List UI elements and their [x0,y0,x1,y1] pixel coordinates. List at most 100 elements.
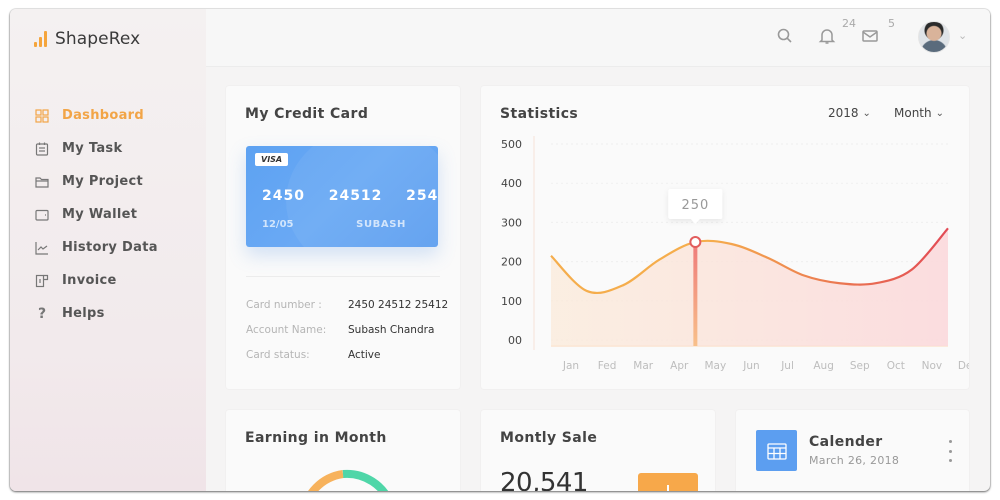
chevron-down-icon: ⌄ [862,107,871,119]
bar-chart-logo-icon [34,31,47,47]
period-select[interactable]: Month ⌄ [894,106,944,120]
highlight-bar [693,242,698,346]
data-point [837,280,843,286]
sidebar-item-label: Invoice [62,273,117,288]
logo[interactable]: ShapeRex [34,29,140,49]
top-bar: 24 5 ⌄ [206,9,990,67]
calendar-date: March 26, 2018 [809,454,900,467]
tooltip-value: 250 [681,198,709,213]
data-point [620,282,626,288]
bell-icon[interactable] [818,27,838,47]
question-icon: ? [37,305,47,322]
invoice-icon [34,273,50,289]
panel-title: Montly Sale [500,430,598,446]
x-tick-label: Jun [742,360,759,372]
sale-action-button[interactable] [638,473,698,491]
detail-value: Active [348,349,381,361]
detail-key: Card number : [246,299,322,311]
search-icon[interactable] [776,27,796,47]
panel-title: My Credit Card [245,106,369,122]
app-window: ShapeRex Dashboard My Task My Project My… [10,9,990,491]
chevron-down-icon[interactable]: ⌄ [958,29,967,42]
sidebar-item-label: My Wallet [62,207,138,222]
calendar-panel: Calender March 26, 2018 [736,410,969,491]
year-select[interactable]: 2018 ⌄ [828,106,871,120]
card-holder: SUBASH [356,219,406,230]
statistics-chart: 00 100 200 300 400 500 250 Jan Fed Mar Apr May Jun Ju… [501,136,969,372]
x-tick-label: Apr [670,360,689,372]
x-tick-label: Jan [562,360,579,372]
sidebar-item-dashboard[interactable]: Dashboard [34,99,158,132]
sidebar-item-my-task[interactable]: My Task [34,132,158,165]
sale-value: 20,541 [500,468,588,491]
monthly-sale-panel: Montly Sale 20,541 [481,410,715,491]
data-point [909,267,915,273]
sidebar-item-label: Dashboard [62,108,144,123]
panel-title: Statistics [500,106,579,122]
sidebar-item-invoice[interactable]: Invoice [34,264,158,297]
data-point [945,225,951,231]
more-options-icon[interactable] [946,440,954,462]
tooltip-arrow [690,218,701,225]
x-tick-label: Mar [633,360,653,372]
sidebar-item-history-data[interactable]: History Data [34,231,158,264]
statistics-panel: Statistics 2018 ⌄ Month ⌄ 00 100 200 300 400… [481,86,969,389]
credit-card-panel: My Credit Card VISA 2450 24512 25412 12/… [226,86,460,389]
notification-count-badge: 24 [842,17,856,30]
credit-card[interactable]: VISA 2450 24512 25412 12/05 SUBASH [246,146,438,247]
card-detail-row: Card status: Active [246,349,380,361]
grid-icon [34,108,50,124]
y-tick-label: 200 [501,256,522,269]
y-tick-label: 300 [501,216,522,229]
x-tick-label: May [705,360,727,372]
data-point [765,255,771,261]
earning-panel: Earning in Month [226,410,460,491]
y-tick-label: 500 [501,138,522,151]
y-tick-label: 00 [508,334,522,347]
visa-logo: VISA [255,153,289,166]
year-select-value: 2018 [828,106,859,120]
data-point [728,241,734,247]
detail-value: 2450 24512 25412 [348,299,449,311]
data-point [801,272,807,278]
x-tick-label: Nov [922,360,943,372]
data-point [584,288,590,294]
x-tick-label: Fed [598,360,617,372]
card-expiry: 12/05 [262,219,294,230]
period-select-value: Month [894,106,932,120]
message-count-badge: 5 [888,17,895,30]
avatar[interactable] [918,21,950,53]
task-list-icon [34,141,50,157]
donut-segment-remaining [342,469,389,491]
detail-key: Card status: [246,349,310,361]
sidebar-item-label: History Data [62,240,158,255]
app-name: ShapeRex [55,29,141,49]
earning-donut-chart [308,469,389,491]
x-tick-label: Dec [958,360,969,372]
line-chart-icon [34,240,50,256]
sidebar-item-my-wallet[interactable]: My Wallet [34,198,158,231]
data-point [873,280,879,286]
y-tick-label: 100 [501,295,522,308]
divider [246,276,440,277]
data-point [548,253,554,259]
x-tick-label: Jul [780,360,794,372]
panel-title: Earning in Month [245,430,387,446]
folder-icon [34,174,50,190]
sidebar-item-my-project[interactable]: My Project [34,165,158,198]
detail-key: Account Name: [246,324,327,336]
calendar-icon [756,430,797,471]
chevron-down-icon: ⌄ [935,107,945,119]
card-detail-row: Account Name: Subash Chandra [246,324,434,336]
mail-icon[interactable] [861,27,881,47]
x-tick-label: Sep [850,360,870,372]
sidebar: ShapeRex Dashboard My Task My Project My… [10,9,206,491]
sidebar-item-label: Helps [62,306,105,321]
detail-value: Subash Chandra [348,324,435,336]
sidebar-item-helps[interactable]: ? Helps [34,297,158,330]
sidebar-nav: Dashboard My Task My Project My Wallet H… [34,99,158,330]
calendar-title: Calender [809,434,883,450]
data-point [656,257,662,263]
sidebar-item-label: My Task [62,141,123,156]
data-point [692,239,698,245]
